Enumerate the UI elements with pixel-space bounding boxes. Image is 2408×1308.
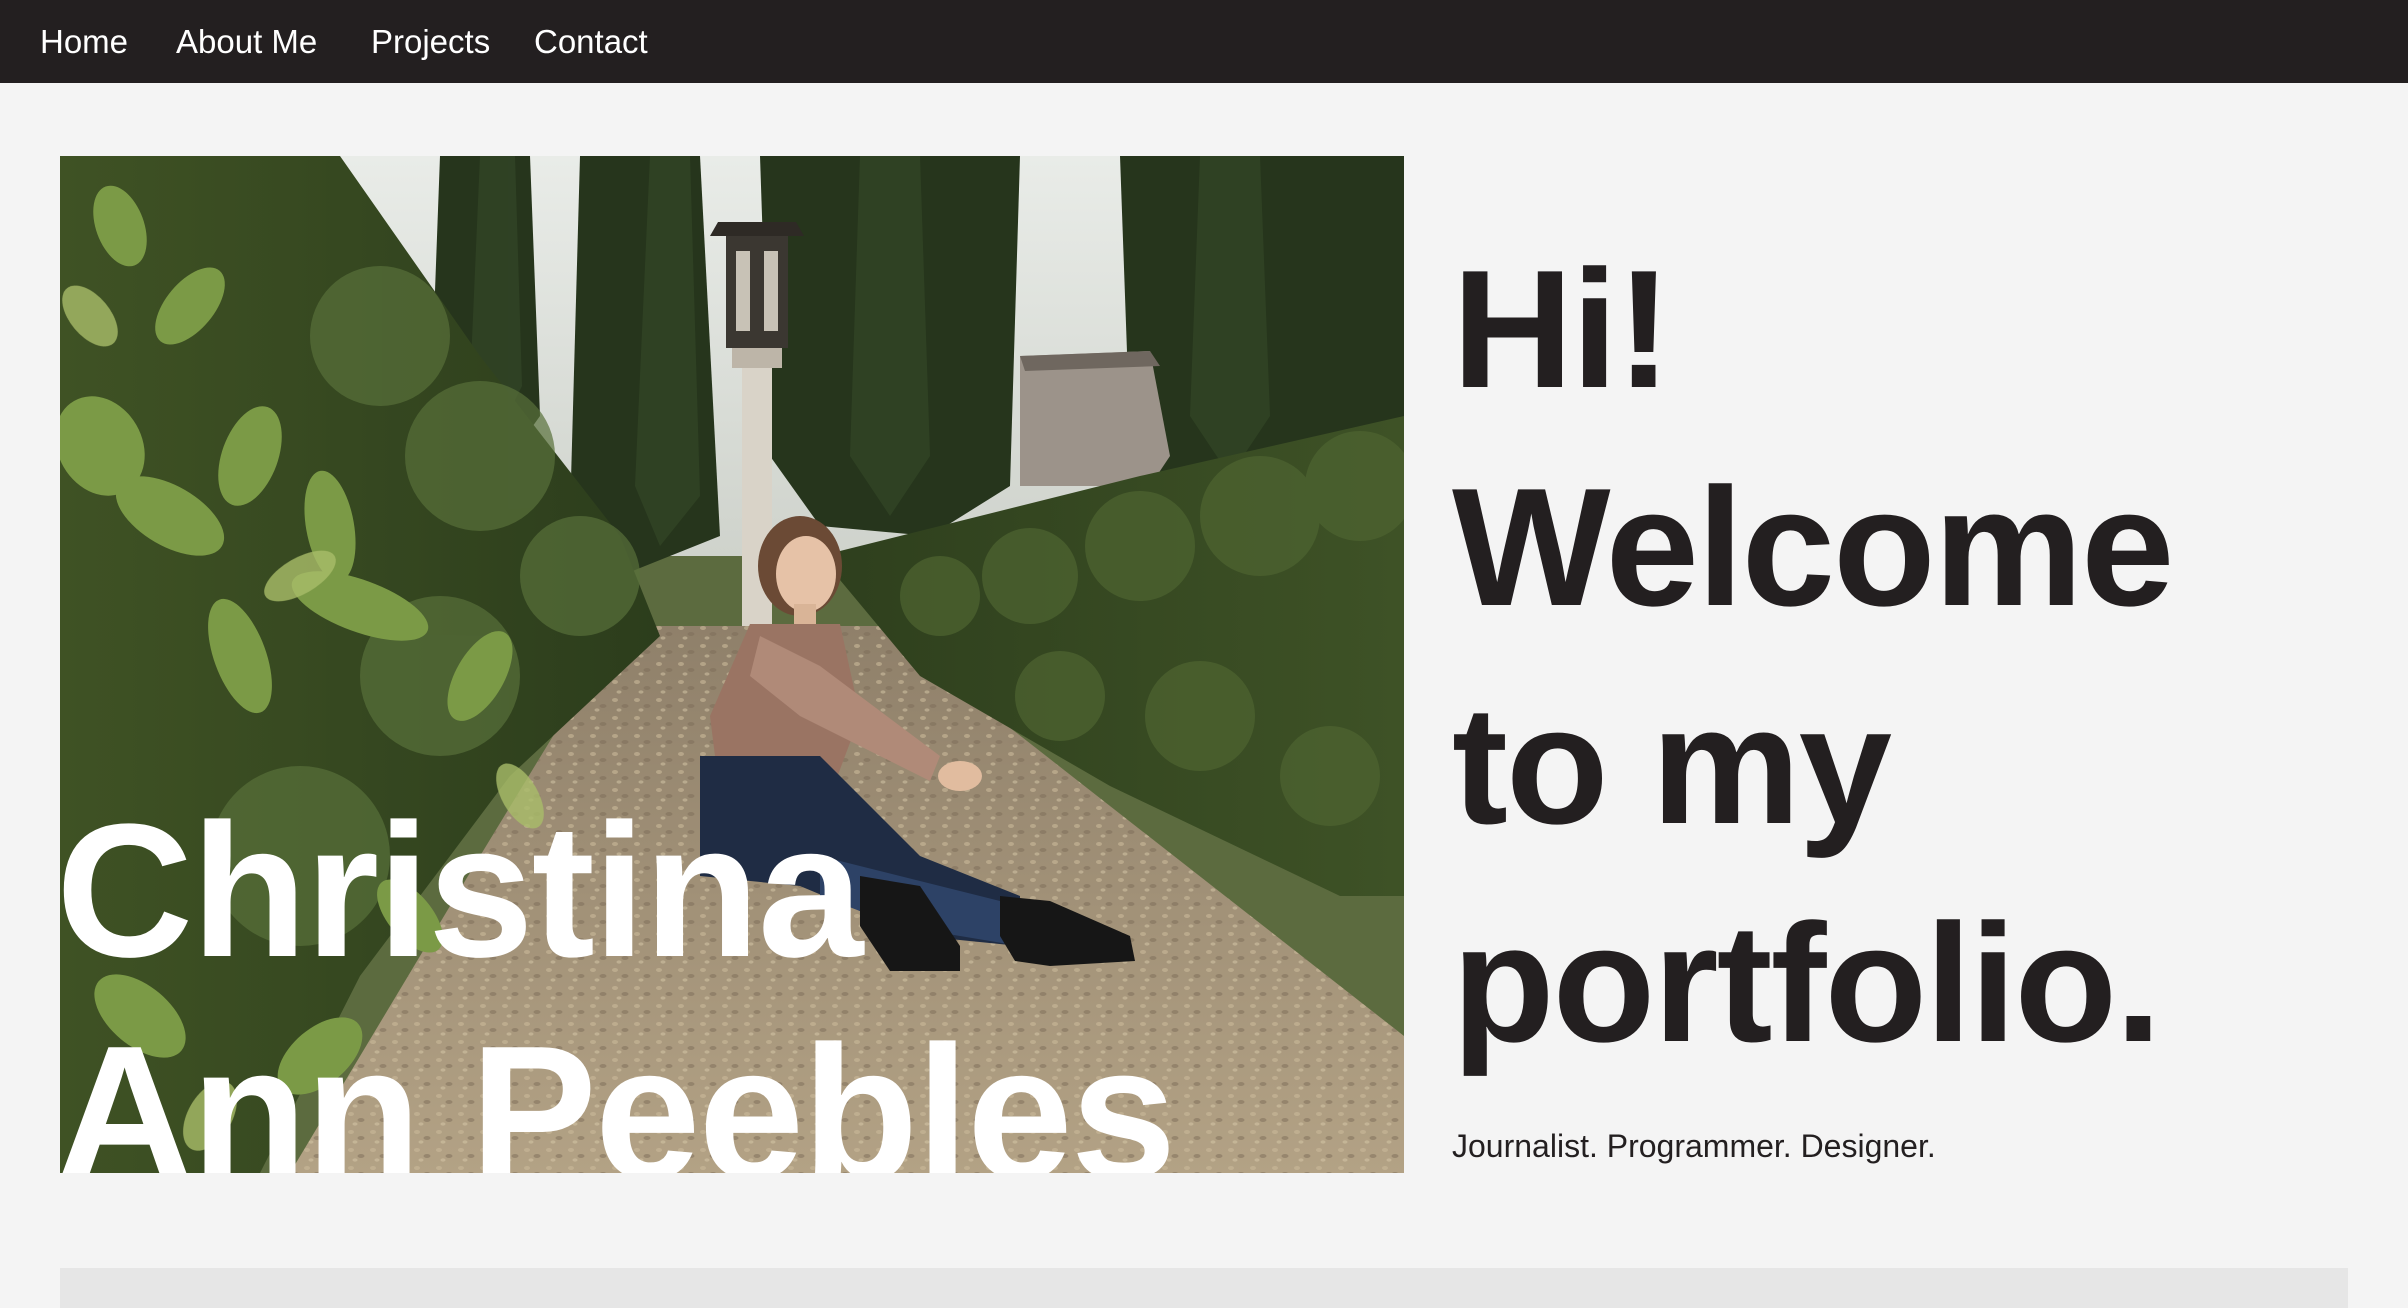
nav-link-home[interactable]: Home (40, 0, 128, 83)
nav-link-projects[interactable]: Projects (371, 0, 490, 83)
nav-link-about-me[interactable]: About Me (176, 0, 317, 83)
greeting-line-to-my: to my (1452, 671, 1892, 859)
hero-greeting-heading: Hi! Welcome to my portfolio. (1452, 220, 2372, 1092)
hero-tagline: Journalist. Programmer. Designer. (1452, 1128, 1936, 1164)
nav-link-contact[interactable]: Contact (534, 0, 648, 83)
photo-name-last: Ann Peebles (60, 1007, 1176, 1173)
greeting-line-portfolio: portfolio. (1452, 889, 2162, 1077)
greeting-line-hi: Hi! (1452, 235, 1672, 423)
top-navbar: Home About Me Projects Contact (0, 0, 2408, 83)
hero-photo: Christina Ann Peebles (60, 156, 1404, 1173)
greeting-line-welcome: Welcome (1452, 453, 2175, 641)
photo-name-first: Christina (60, 785, 863, 997)
next-section-strip (60, 1268, 2348, 1308)
